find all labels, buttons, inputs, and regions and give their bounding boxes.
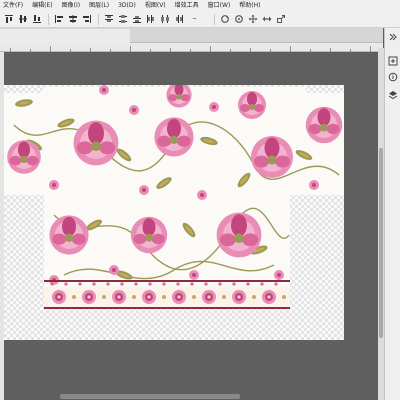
history-icon[interactable] bbox=[388, 56, 398, 66]
more-options-icon[interactable]: ··· bbox=[192, 14, 197, 24]
horizontal-ruler[interactable] bbox=[0, 43, 383, 52]
distribute-hcenter-icon[interactable] bbox=[160, 14, 170, 24]
menu-window[interactable]: 窗口(W) bbox=[208, 0, 231, 11]
3d-rotate-icon[interactable] bbox=[220, 14, 230, 24]
toolbar-separator bbox=[48, 13, 49, 25]
distribute-right-icon[interactable] bbox=[174, 14, 184, 24]
3d-roll-icon[interactable] bbox=[234, 14, 244, 24]
menu-bar: 文件(F) 编辑(E) 图像(I) 图层(L) 3D(D) 视图(V) 增效工具… bbox=[0, 0, 400, 11]
align-left-icon[interactable] bbox=[54, 14, 64, 24]
menu-plugins[interactable]: 增效工具 bbox=[175, 0, 199, 11]
menu-layer[interactable]: 图层(L) bbox=[89, 0, 109, 11]
align-vcenter-icon[interactable] bbox=[18, 14, 28, 24]
vertical-scroll-thumb[interactable] bbox=[379, 148, 383, 338]
photoshop-window: 文件(F) 编辑(E) 图像(I) 图层(L) 3D(D) 视图(V) 增效工具… bbox=[0, 0, 400, 400]
floral-tshirt-artwork bbox=[4, 85, 344, 309]
menu-help[interactable]: 帮助(H) bbox=[239, 0, 260, 11]
menu-image[interactable]: 图像(I) bbox=[62, 0, 80, 11]
align-bottom-icon[interactable] bbox=[32, 14, 42, 24]
toolbar-separator bbox=[213, 13, 215, 25]
3d-drag-icon[interactable] bbox=[248, 14, 258, 24]
3d-slide-icon[interactable] bbox=[262, 14, 272, 24]
align-hcenter-icon[interactable] bbox=[68, 14, 78, 24]
horizontal-scroll-thumb[interactable] bbox=[60, 394, 240, 399]
document-tab-bar bbox=[0, 28, 383, 43]
distribute-vcenter-icon[interactable] bbox=[118, 14, 128, 24]
options-bar: ··· bbox=[0, 11, 400, 28]
3d-scale-icon[interactable] bbox=[276, 14, 286, 24]
menu-edit[interactable]: 编辑(E) bbox=[32, 0, 52, 11]
document-tab[interactable] bbox=[0, 29, 130, 43]
toolbar-separator bbox=[98, 13, 99, 25]
align-right-icon[interactable] bbox=[82, 14, 92, 24]
menu-view[interactable]: 视图(V) bbox=[145, 0, 166, 11]
panel-toggle-icon[interactable] bbox=[388, 32, 398, 42]
right-panel-dock bbox=[384, 28, 400, 400]
document-canvas[interactable] bbox=[4, 85, 344, 340]
info-icon[interactable] bbox=[388, 72, 398, 82]
distribute-left-icon[interactable] bbox=[146, 14, 156, 24]
distribute-bottom-icon[interactable] bbox=[132, 14, 142, 24]
menu-file[interactable]: 文件(F) bbox=[3, 0, 23, 11]
distribute-top-icon[interactable] bbox=[104, 14, 114, 24]
menu-3d[interactable]: 3D(D) bbox=[118, 0, 136, 11]
layers-icon[interactable] bbox=[388, 90, 398, 100]
align-top-icon[interactable] bbox=[4, 14, 14, 24]
